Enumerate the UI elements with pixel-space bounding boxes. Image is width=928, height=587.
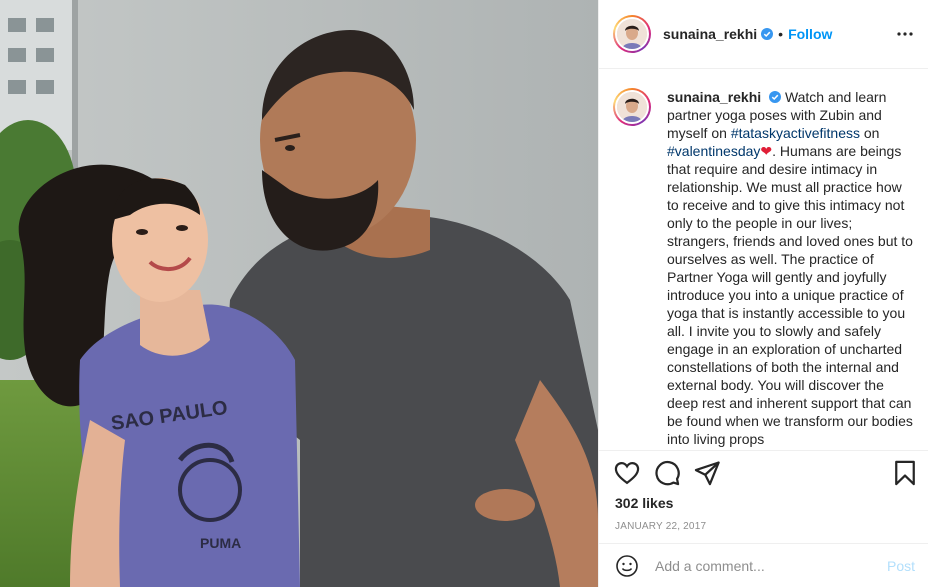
post-header: sunaina_rekhi • Follow (599, 0, 928, 69)
post-photo[interactable]: SAO PAULO PUMA (0, 0, 598, 587)
follow-button[interactable]: Follow (788, 26, 832, 42)
likes-count[interactable]: 302 likes (615, 495, 673, 511)
header-separator: • (778, 26, 784, 42)
bookmark-icon[interactable] (891, 459, 919, 487)
header-username[interactable]: sunaina_rekhi (663, 26, 757, 42)
heart-icon[interactable] (613, 459, 641, 487)
profile-avatar[interactable] (613, 15, 651, 53)
caption-text: sunaina_rekhi Watch and learn partner yo… (667, 88, 915, 448)
post-comment-button[interactable]: Post (887, 558, 915, 574)
heart-emoji: ❤ (760, 143, 773, 159)
post-date[interactable]: January 22, 2017 (615, 521, 706, 532)
hashtag-link[interactable]: #valentinesday (667, 143, 760, 159)
avatar-image (617, 92, 647, 122)
avatar-image (617, 19, 647, 49)
photo-illustration: SAO PAULO PUMA (0, 0, 598, 587)
more-options-icon[interactable] (895, 24, 915, 44)
emoji-icon[interactable] (615, 554, 639, 578)
caption-body-3: . Humans are beings that require and des… (667, 143, 913, 447)
comment-box: Post (599, 543, 928, 587)
post-actions: 302 likes January 22, 2017 (599, 450, 928, 543)
comment-icon[interactable] (653, 459, 681, 487)
verified-badge-icon (761, 28, 774, 40)
action-icons-row (613, 459, 915, 489)
post-sidebar: sunaina_rekhi • Follow sunaina_rekhi Wat… (598, 0, 928, 587)
caption-username[interactable]: sunaina_rekhi (667, 89, 761, 105)
verified-badge-icon (769, 91, 782, 103)
shirt-print-brand: PUMA (200, 535, 241, 551)
caption-area[interactable]: sunaina_rekhi Watch and learn partner yo… (599, 70, 928, 450)
caption-body-2: on (859, 125, 880, 141)
caption-avatar[interactable] (613, 88, 651, 126)
share-icon[interactable] (693, 459, 721, 487)
caption-row: sunaina_rekhi Watch and learn partner yo… (613, 88, 915, 448)
hashtag-link[interactable]: #tataskyactivefitness (731, 125, 860, 141)
comment-input[interactable] (655, 557, 887, 574)
